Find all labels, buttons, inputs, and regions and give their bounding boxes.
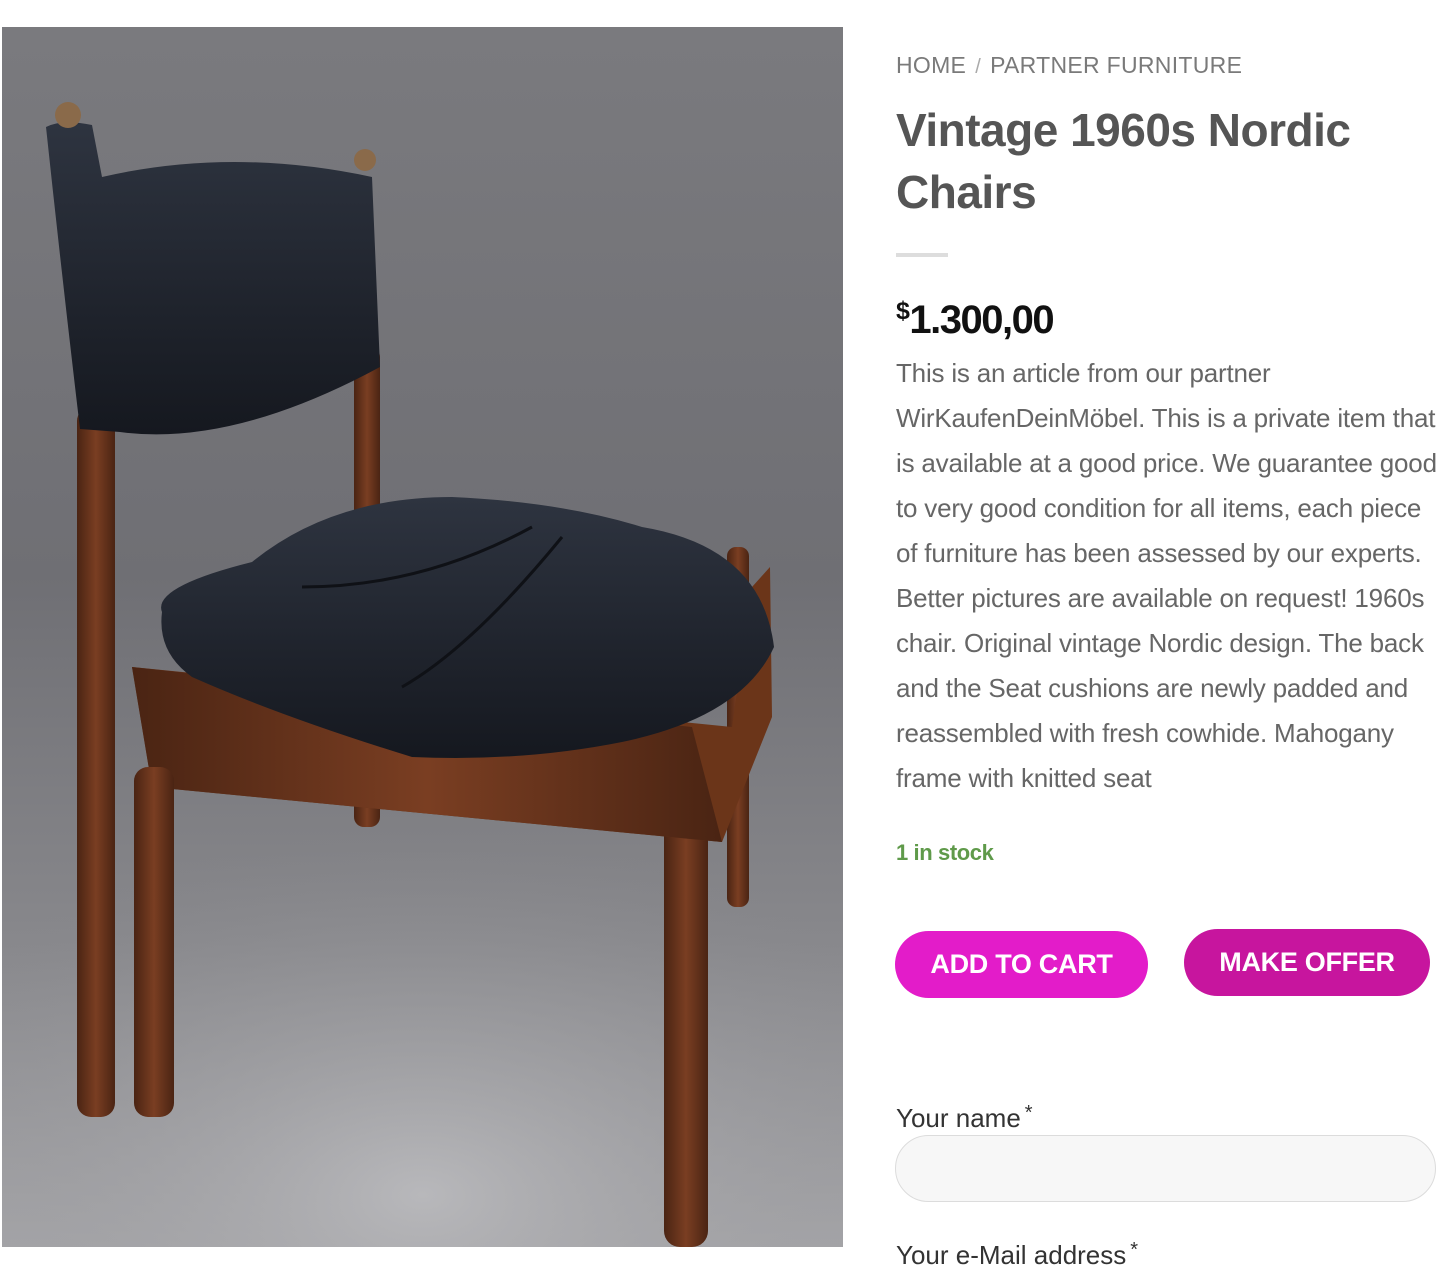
required-marker: * xyxy=(1130,1239,1139,1261)
breadcrumb-home-link[interactable]: HOME xyxy=(896,52,966,78)
name-input[interactable] xyxy=(895,1135,1436,1202)
chair-photo-icon xyxy=(2,102,843,1247)
stock-status: 1 in stock xyxy=(896,840,994,865)
email-label-text: Your e-Mail address xyxy=(896,1240,1127,1270)
required-marker: * xyxy=(1024,1102,1033,1124)
product-image[interactable] xyxy=(2,27,843,1247)
product-description: This is an article from our partner WirK… xyxy=(896,358,1437,793)
product-title: Vintage 1960s Nordic Chairs xyxy=(896,104,1351,218)
product-price: $1.300,00 xyxy=(896,285,1441,342)
breadcrumb: HOME / PARTNER FURNITURE xyxy=(896,45,1441,85)
price-amount: 1.300,00 xyxy=(909,298,1054,342)
make-offer-button[interactable]: MAKE OFFER xyxy=(1184,929,1430,996)
name-field-label: Your name * xyxy=(896,1095,1033,1133)
title-divider xyxy=(896,253,948,257)
add-to-cart-button[interactable]: ADD TO CART xyxy=(895,931,1148,998)
name-label-text: Your name xyxy=(896,1103,1021,1133)
product-summary: HOME / PARTNER FURNITURE Vintage 1960s Nor… xyxy=(896,45,1441,868)
breadcrumb-category-link[interactable]: PARTNER FURNITURE xyxy=(990,52,1242,78)
currency-symbol: $ xyxy=(896,297,910,325)
breadcrumb-separator: / xyxy=(975,56,982,78)
email-field-label: Your e-Mail address * xyxy=(896,1232,1139,1270)
